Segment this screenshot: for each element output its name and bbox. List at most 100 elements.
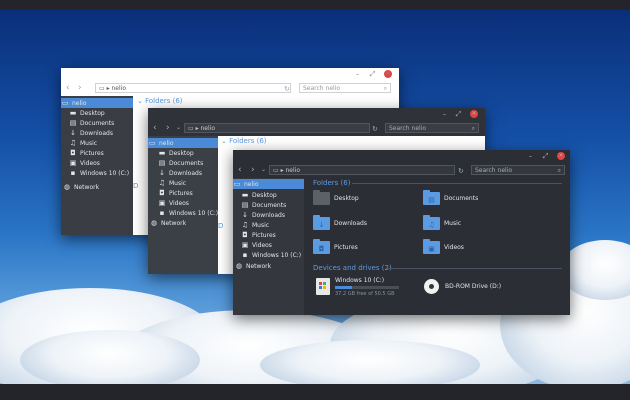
navigation-pane: ▭ nelio ▬ Desktop ▤ Documents ↓ Downloads ♫ M…	[61, 96, 133, 235]
folders-section-header[interactable]: ⌄ Folders (6)	[221, 137, 267, 145]
film-icon: ▣	[241, 241, 249, 249]
bottom-frame-bar	[0, 384, 630, 400]
nav-item-nelio[interactable]: ▭ nelio	[61, 98, 133, 108]
nav-item-music[interactable]: ♫ Music	[61, 138, 141, 148]
folder-tile-downloads[interactable]: ↓ Downloads	[313, 215, 367, 232]
forward-icon[interactable]: ›	[78, 83, 82, 93]
nav-item-downloads[interactable]: ↓ Downloads	[233, 210, 312, 220]
nav-item-nelio[interactable]: ▭ nelio	[233, 179, 304, 189]
nav-item-music[interactable]: ♫ Music	[233, 220, 312, 230]
nav-item-nelio[interactable]: ▭ nelio	[148, 138, 218, 148]
address-toolbar: ‹ › ▭ ▸ nelio ↻ Search nelio ⌕	[61, 80, 399, 97]
search-input[interactable]: Search nelio ⌕	[299, 83, 391, 93]
close-icon[interactable]: ✕	[557, 152, 565, 160]
forward-icon[interactable]: ›	[251, 165, 255, 175]
back-icon[interactable]: ‹	[153, 123, 157, 133]
nav-item-pictures[interactable]: ◘ Pictures	[61, 148, 141, 158]
folder-icon	[313, 190, 330, 205]
section-title: Folders (6)	[313, 179, 351, 187]
refresh-icon[interactable]: ↻	[458, 166, 464, 176]
music-icon: ♫	[241, 221, 249, 229]
maximize-icon[interactable]: ⤢	[541, 152, 550, 160]
close-icon[interactable]: ✕	[384, 70, 392, 78]
back-icon[interactable]: ‹	[238, 165, 242, 175]
nav-item-documents[interactable]: ▤ Documents	[61, 118, 141, 128]
nav-item-desktop[interactable]: ▬ Desktop	[233, 190, 312, 200]
minimize-icon[interactable]: –	[440, 110, 449, 118]
folder-label: Pictures	[334, 244, 358, 251]
devices-section-header[interactable]: Devices and drives (2)	[313, 264, 392, 272]
nav-item-pictures[interactable]: ◘ Pictures	[148, 188, 228, 198]
title-bar[interactable]: – ⤢ ✕	[148, 108, 485, 120]
explorer-window-dark[interactable]: – ⤢ ✕ ‹ › ⌄ ▭ ▸ nelio ↻ Search nelio ⌕ ▭…	[233, 150, 570, 315]
folder-tile-videos[interactable]: ▣ Videos	[423, 239, 464, 256]
title-bar[interactable]: – ⤢ ✕	[233, 150, 570, 162]
nav-label: Music	[252, 222, 270, 229]
devices-section-header[interactable]: D	[133, 182, 138, 190]
nav-item-windows-drive[interactable]: ▪ Windows 10 (C:)	[61, 168, 141, 178]
nav-item-network[interactable]: ◍ Network	[148, 218, 220, 228]
devices-section-header[interactable]: D	[218, 222, 223, 230]
folder-tile-music[interactable]: ♫ Music	[423, 215, 461, 232]
document-icon: ▤	[158, 159, 166, 167]
drive-icon: ▪	[70, 169, 76, 177]
folder-tile-pictures[interactable]: ◘ Pictures	[313, 239, 358, 256]
nav-item-downloads[interactable]: ↓ Downloads	[148, 168, 228, 178]
nav-label: Windows 10 (C:)	[80, 170, 130, 177]
navigation-pane: ▭ nelio ▬ Desktop ▤ Documents ↓ Downloads ♫ M…	[233, 178, 304, 315]
address-field[interactable]: ▭ ▸ nelio	[95, 83, 291, 93]
document-icon: ▤	[241, 201, 249, 209]
close-icon[interactable]: ✕	[470, 110, 478, 118]
folder-videos-icon: ▣	[423, 239, 440, 254]
folder-music-icon: ♫	[423, 215, 440, 230]
nav-item-network[interactable]: ◍ Network	[61, 182, 135, 192]
chevron-down-icon[interactable]: ⌄	[261, 165, 266, 175]
refresh-icon[interactable]: ↻	[372, 124, 378, 134]
nav-item-videos[interactable]: ▣ Videos	[233, 240, 312, 250]
nav-item-documents[interactable]: ▤ Documents	[233, 200, 312, 210]
refresh-icon[interactable]: ↻	[284, 84, 290, 94]
folder-icon: ▬	[69, 109, 77, 117]
folder-tile-desktop[interactable]: Desktop	[313, 190, 359, 207]
chevron-down-icon[interactable]: ⌄	[176, 123, 181, 133]
disc-drive-icon	[424, 279, 439, 294]
back-icon[interactable]: ‹	[66, 83, 70, 93]
nav-item-desktop[interactable]: ▬ Desktop	[61, 108, 141, 118]
nav-item-videos[interactable]: ▣ Videos	[148, 198, 228, 208]
drive-tile-windows[interactable]: Windows 10 (C:) 37.2 GB free of 50.5 GB	[313, 277, 423, 297]
address-field[interactable]: ▭ ▸ nelio	[269, 165, 455, 175]
maximize-icon[interactable]: ⤢	[454, 110, 463, 118]
nav-item-windows-drive[interactable]: ▪ Windows 10 (C:)	[233, 250, 312, 260]
folders-section-header[interactable]: Folders (6)	[313, 179, 350, 187]
address-field[interactable]: ▭ ▸ nelio	[184, 123, 370, 133]
minimize-icon[interactable]: –	[353, 70, 362, 78]
search-input[interactable]: Search nelio ⌕	[385, 123, 479, 133]
folder-tile-documents[interactable]: ▤ Documents	[423, 190, 478, 207]
maximize-icon[interactable]: ⤢	[368, 70, 377, 78]
nav-label: Music	[80, 140, 98, 147]
nav-label: Downloads	[80, 130, 113, 137]
nav-item-documents[interactable]: ▤ Documents	[148, 158, 228, 168]
search-placeholder: Search nelio	[389, 125, 427, 132]
forward-icon[interactable]: ›	[166, 123, 170, 133]
title-bar[interactable]: – ⤢ ✕	[61, 68, 399, 80]
nav-item-windows-drive[interactable]: ▪ Windows 10 (C:)	[148, 208, 228, 218]
folders-section-header[interactable]: ⌄ Folders (6)	[137, 97, 183, 105]
nav-label: Network	[74, 184, 100, 191]
nav-item-downloads[interactable]: ↓ Downloads	[61, 128, 141, 138]
nav-item-music[interactable]: ♫ Music	[148, 178, 228, 188]
nav-item-videos[interactable]: ▣ Videos	[61, 158, 141, 168]
search-input[interactable]: Search nelio ⌕	[471, 165, 565, 175]
navigation-pane: ▭ nelio ▬ Desktop ▤ Documents ↓ Downloads ♫ M…	[148, 136, 218, 274]
nav-label: Videos	[252, 242, 272, 249]
nav-label: Downloads	[169, 170, 202, 177]
nav-item-desktop[interactable]: ▬ Desktop	[148, 148, 228, 158]
nav-item-pictures[interactable]: ◘ Pictures	[233, 230, 312, 240]
minimize-icon[interactable]: –	[526, 152, 535, 160]
download-icon: ↓	[70, 129, 76, 137]
folder-label: Videos	[444, 244, 464, 251]
drive-tile-bd-rom[interactable]: BD-ROM Drive (D:)	[423, 277, 533, 297]
address-text: nelio	[285, 167, 301, 174]
drive-usage-bar	[335, 286, 399, 289]
nav-item-network[interactable]: ◍ Network	[233, 261, 306, 271]
